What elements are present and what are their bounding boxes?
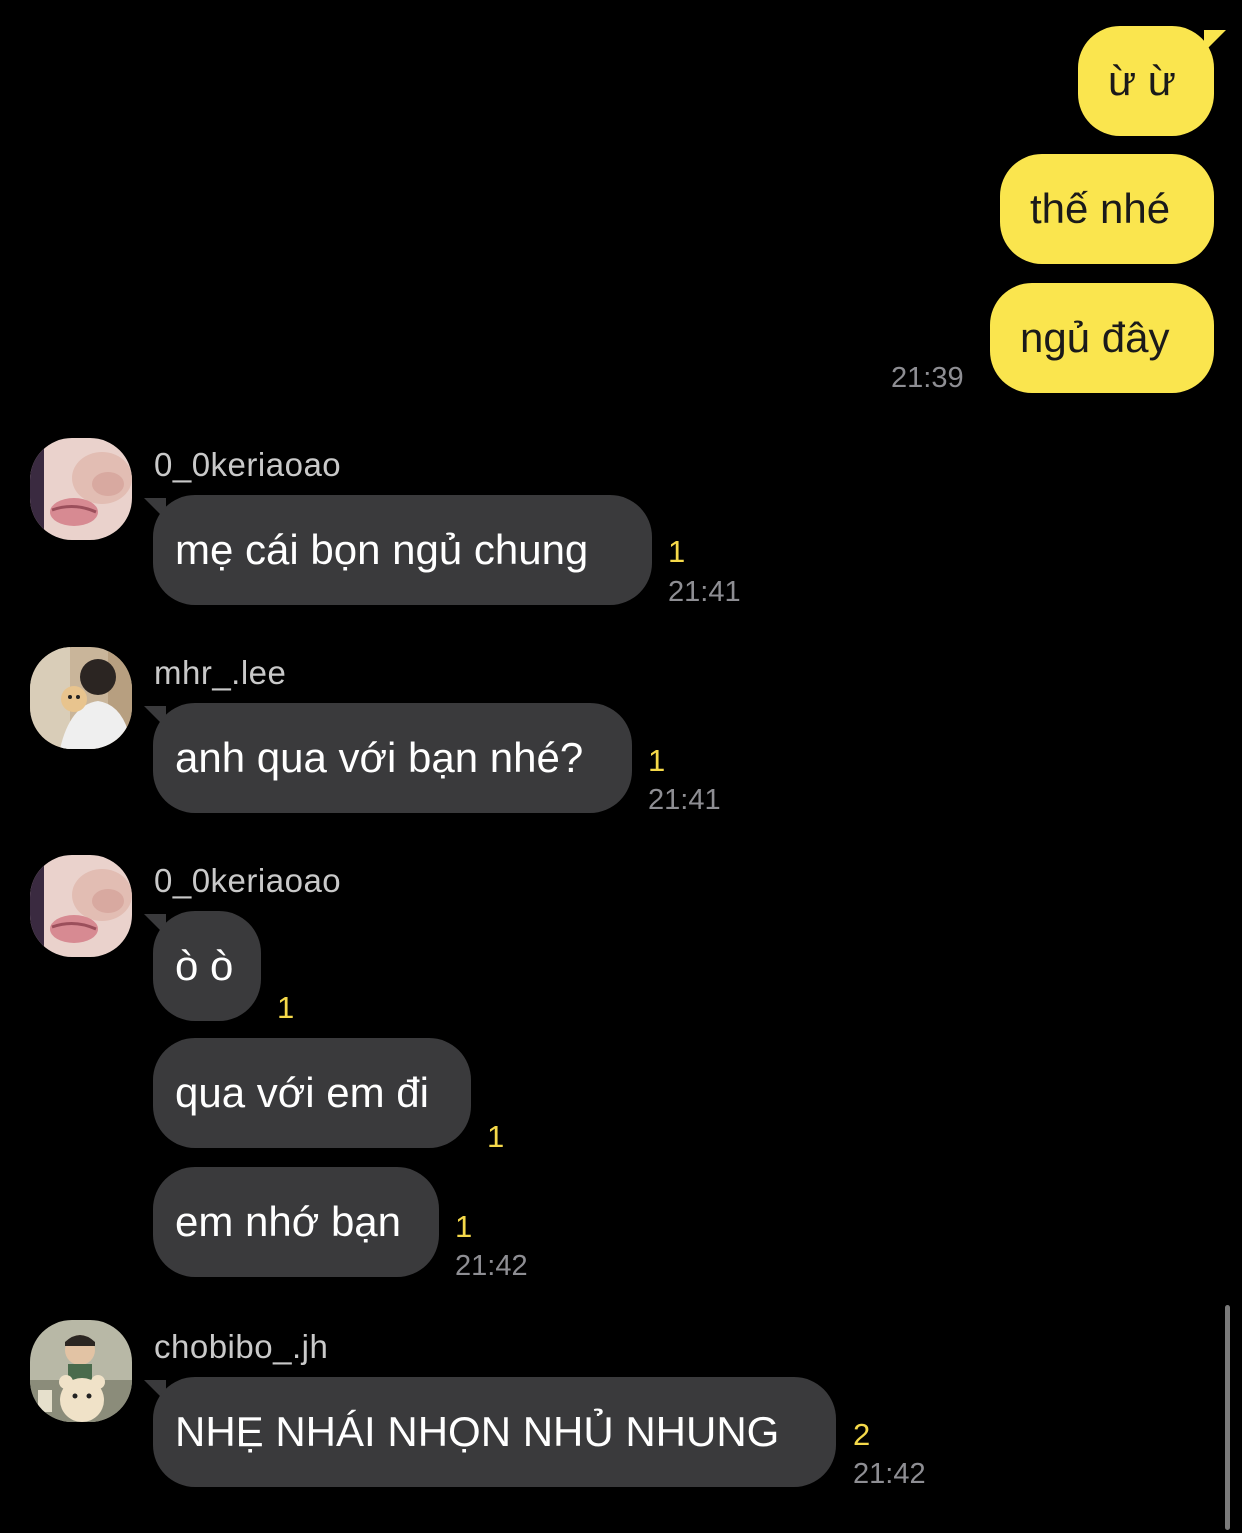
outgoing-message-1[interactable]: ừ ừ <box>1078 26 1214 136</box>
unread-count: 1 <box>487 1119 505 1154</box>
message-text: em nhớ bạn <box>175 1198 402 1245</box>
message-text: ngủ đây <box>1020 314 1170 361</box>
incoming-message[interactable]: em nhớ bạn <box>153 1167 439 1277</box>
avatar-keriaoao[interactable] <box>30 855 132 957</box>
unread-count: 2 <box>853 1417 871 1452</box>
incoming-message[interactable]: qua với em đi <box>153 1038 471 1148</box>
message-text: qua với em đi <box>175 1069 429 1116</box>
sender-name: 0_0keriaoao <box>154 862 342 899</box>
unread-count: 1 <box>455 1209 473 1244</box>
outgoing-message-2[interactable]: thế nhé <box>1000 154 1214 264</box>
timestamp: 21:42 <box>853 1458 926 1490</box>
outgoing-message-3[interactable]: ngủ đây <box>990 283 1214 393</box>
chat-transcript[interactable]: ừ ừ thế nhé ngủ đây 21:39 0_0keriaoao mẹ… <box>0 0 1242 1533</box>
message-text: NHẸ NHÁI NHỌN NHỦ NHUNG <box>175 1408 780 1455</box>
unread-count: 1 <box>668 534 686 569</box>
timestamp: 21:41 <box>648 784 721 816</box>
incoming-message[interactable]: anh qua với bạn nhé? <box>153 703 632 813</box>
avatar-mhr-lee[interactable] <box>30 647 132 749</box>
message-text: thế nhé <box>1030 185 1171 232</box>
timestamp: 21:39 <box>891 362 964 394</box>
sender-name: mhr_.lee <box>154 654 287 691</box>
timestamp: 21:41 <box>668 576 741 608</box>
unread-count: 1 <box>648 743 666 778</box>
incoming-message[interactable]: NHẸ NHÁI NHỌN NHỦ NHUNG <box>153 1377 836 1487</box>
message-text: ừ ừ <box>1108 57 1176 104</box>
timestamp: 21:42 <box>455 1250 528 1282</box>
message-text: anh qua với bạn nhé? <box>175 734 584 781</box>
incoming-message[interactable]: ò ò <box>153 911 261 1021</box>
avatar-chobibo[interactable] <box>30 1320 132 1422</box>
sender-name: chobibo_.jh <box>154 1328 329 1365</box>
unread-count: 1 <box>277 990 295 1025</box>
sender-name: 0_0keriaoao <box>154 446 342 483</box>
incoming-message[interactable]: mẹ cái bọn ngủ chung <box>153 495 652 605</box>
avatar-keriaoao[interactable] <box>30 438 132 540</box>
message-text: ò ò <box>175 942 234 989</box>
message-text: mẹ cái bọn ngủ chung <box>175 526 589 573</box>
scrollbar[interactable] <box>1225 1305 1230 1530</box>
